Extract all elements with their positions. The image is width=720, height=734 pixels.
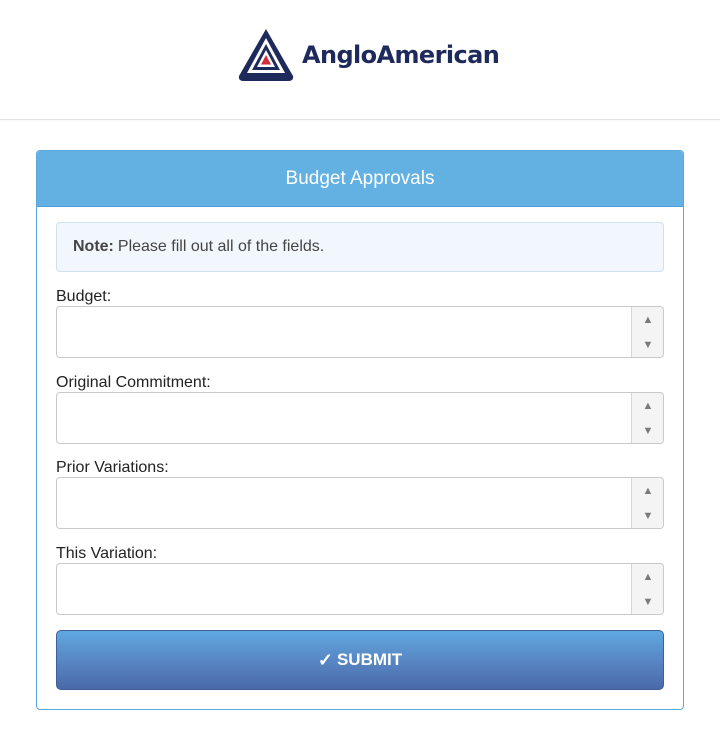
prior-variations-increment-icon[interactable]: ▲ [632, 478, 664, 503]
this-variation-field[interactable]: ▲ ▼ [56, 563, 664, 615]
page-header: AngloAmerican [0, 0, 720, 120]
budget-increment-icon[interactable]: ▲ [632, 307, 664, 332]
original-commitment-field[interactable]: ▲ ▼ [56, 392, 664, 444]
budget-label: Budget: [56, 288, 112, 305]
submit-label: SUBMIT [336, 650, 403, 669]
original-commitment-input[interactable] [57, 393, 627, 443]
form-title: Budget Approvals [37, 151, 683, 207]
note-label: Note: [73, 238, 114, 255]
original-commitment-spinner: ▲ ▼ [631, 393, 663, 443]
prior-variations-field[interactable]: ▲ ▼ [56, 477, 664, 529]
prior-variations-input[interactable] [57, 478, 627, 528]
this-variation-increment-icon[interactable]: ▲ [632, 564, 664, 589]
note-text: Please fill out all of the fields. [117, 238, 325, 255]
checkmark-icon: ✓ [317, 649, 333, 670]
budget-field[interactable]: ▲ ▼ [56, 306, 664, 358]
prior-variations-spinner: ▲ ▼ [631, 478, 663, 528]
note-box: Note: Please fill out all of the fields. [56, 222, 664, 272]
this-variation-decrement-icon[interactable]: ▼ [632, 589, 664, 614]
budget-spinner: ▲ ▼ [631, 307, 663, 357]
original-commitment-decrement-icon[interactable]: ▼ [632, 418, 664, 443]
anglo-american-logo: AngloAmerican [236, 26, 500, 84]
this-variation-input[interactable] [57, 564, 627, 614]
original-commitment-label: Original Commitment: [56, 374, 211, 391]
this-variation-spinner: ▲ ▼ [631, 564, 663, 614]
budget-input[interactable] [57, 307, 627, 357]
anglo-american-emblem-icon [238, 29, 294, 81]
prior-variations-decrement-icon[interactable]: ▼ [632, 503, 664, 528]
budget-approvals-form: Budget Approvals Note: Please fill out a… [36, 150, 684, 710]
budget-decrement-icon[interactable]: ▼ [632, 332, 664, 357]
this-variation-label: This Variation: [56, 545, 158, 562]
original-commitment-increment-icon[interactable]: ▲ [632, 393, 664, 418]
prior-variations-label: Prior Variations: [56, 459, 169, 476]
submit-button[interactable]: ✓ SUBMIT [56, 630, 664, 690]
logo-text: AngloAmerican [302, 41, 500, 69]
